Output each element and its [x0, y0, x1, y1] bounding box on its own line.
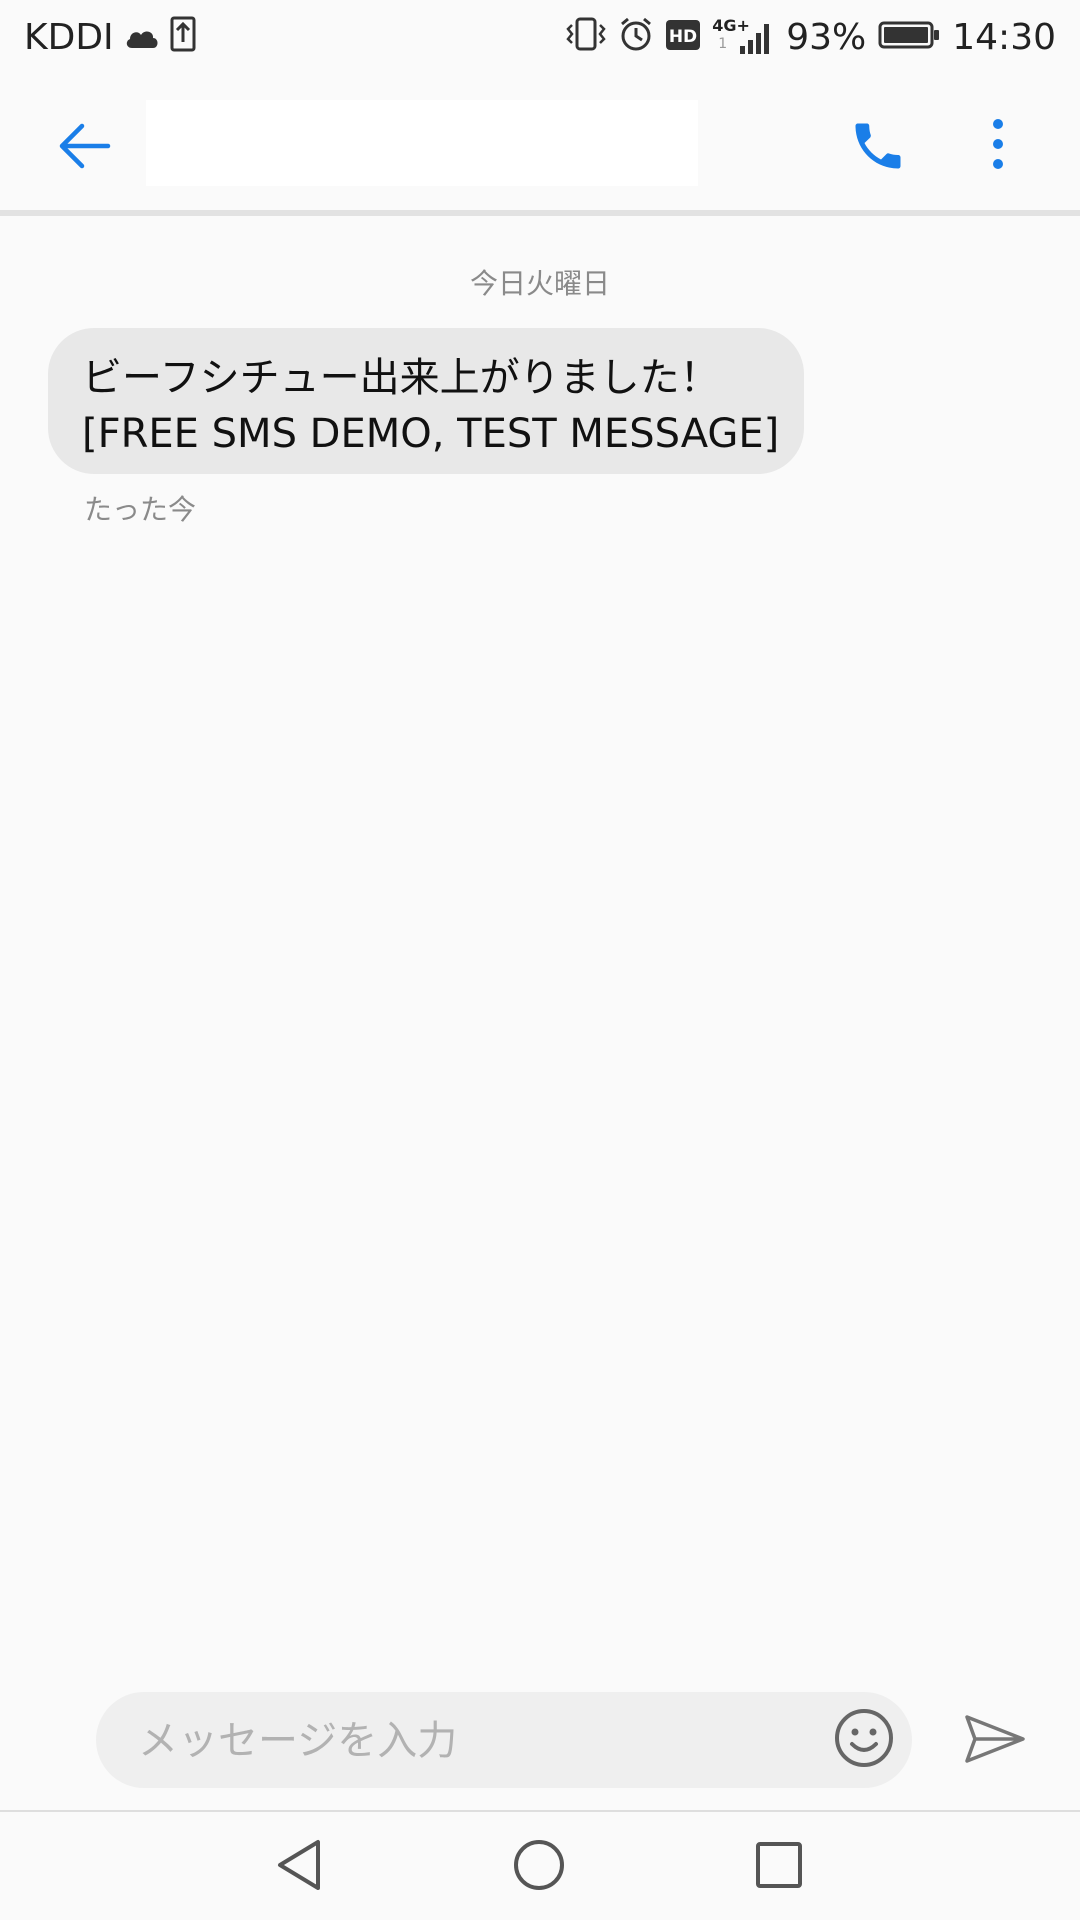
triangle-back-icon — [274, 1838, 324, 1896]
alarm-icon — [618, 16, 654, 61]
hd-icon: HD — [666, 18, 701, 59]
status-right: HD 4G+ 1 93% 14:30 — [566, 14, 1056, 62]
battery-icon — [878, 18, 940, 59]
app-bar-divider — [0, 210, 1080, 216]
date-header: 今日火曜日 — [469, 267, 610, 300]
more-options-button[interactable] — [956, 106, 1040, 190]
phone-icon — [848, 116, 908, 180]
message-bubble[interactable]: ビーフシチュー出来上がりました！ [FREE SMS DEMO, TEST ME… — [48, 328, 804, 474]
message-input[interactable] — [136, 1692, 800, 1790]
navigation-bar — [0, 1812, 1080, 1920]
smiley-icon — [833, 1707, 895, 1773]
call-button[interactable] — [836, 106, 920, 190]
message-timestamp: たった今 — [84, 493, 197, 526]
emoji-button[interactable] — [832, 1708, 896, 1772]
battery-percent: 93% — [786, 17, 867, 58]
vibrate-icon — [566, 17, 606, 60]
circle-home-icon — [512, 1838, 566, 1896]
svg-text:HD: HD — [669, 27, 697, 47]
upload-icon — [170, 16, 196, 61]
message-text-line-2: [FREE SMS DEMO, TEST MESSAGE] — [82, 411, 780, 457]
back-button[interactable] — [40, 106, 128, 190]
composer — [96, 1692, 912, 1790]
arrow-left-icon — [54, 116, 114, 180]
nav-back-button[interactable] — [264, 1832, 334, 1902]
nav-recents-button[interactable] — [744, 1832, 814, 1902]
send-button[interactable] — [960, 1706, 1030, 1776]
send-icon — [963, 1713, 1027, 1769]
message-text-line-1: ビーフシチュー出来上がりました！ — [82, 355, 720, 401]
clock: 14:30 — [952, 17, 1056, 58]
more-vertical-icon — [990, 116, 1006, 180]
status-bar: KDDI HD 4G+ 1 93% 14:30 — [0, 0, 1080, 76]
messaging-screen: KDDI HD 4G+ 1 93% 14:30 今日火曜日 ビーフシチュー出来上… — [0, 0, 1080, 1920]
conversation-title[interactable] — [146, 100, 698, 186]
signal-icon: 4G+ 1 — [712, 16, 774, 58]
square-recents-icon — [754, 1840, 804, 1894]
app-bar — [0, 76, 1080, 210]
status-left: KDDI — [24, 14, 196, 62]
carrier-label: KDDI — [24, 17, 114, 58]
nav-home-button[interactable] — [504, 1832, 574, 1902]
cloud-icon — [124, 18, 160, 59]
network-badge-sub: 1 — [718, 36, 728, 52]
